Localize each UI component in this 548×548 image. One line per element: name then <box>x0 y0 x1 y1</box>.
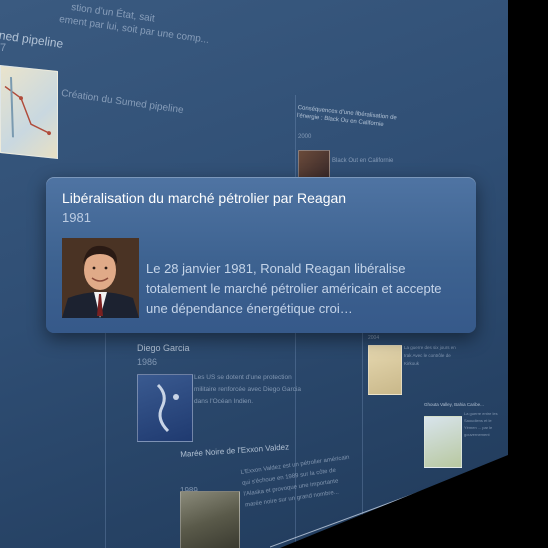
reagan-portrait-image[interactable] <box>62 238 139 318</box>
event-desc-california: Black Out en Californie <box>332 158 394 164</box>
event-desc-right: La guerre entre les Saoudiens et le Yéme… <box>464 411 498 437</box>
event-year-sumed: 7 <box>0 42 7 54</box>
ruler-tick-label: 2005 <box>367 520 381 526</box>
event-title: Libéralisation du marché pétrolier par R… <box>62 190 347 206</box>
ruler-tick-label: 2025 <box>478 475 492 481</box>
event-desc-2004: La guerre des six jours en Irak Avec le … <box>404 345 456 366</box>
portrait-icon <box>62 238 139 318</box>
ruler-tick-label: 2010 <box>398 507 412 513</box>
event-year: 1981 <box>62 210 91 225</box>
event-year-diego: 1986 <box>137 357 158 367</box>
event-title-sumed[interactable]: ned pipeline <box>0 28 64 52</box>
event-title-california[interactable]: Conséquences d'une libéralisation de l'é… <box>296 105 417 132</box>
sumed-map-thumbnail[interactable] <box>0 64 58 160</box>
map-icon <box>4 77 51 138</box>
ruler-axis <box>269 459 507 548</box>
event-year-california: 2000 <box>298 134 312 140</box>
event-desc-sumed: Création du Sumed pipeline <box>60 88 185 117</box>
ruler-tick-label: 2015 <box>428 495 442 501</box>
event-title-right[interactable]: Ghouta Valley, Bahia Caribe... <box>424 402 484 408</box>
timeline-ruler[interactable]: 2000 2005 2010 2015 2020 2025 <box>269 452 508 548</box>
ruler-tick-label: 2020 <box>455 485 469 491</box>
event-detail-card[interactable]: Libéralisation du marché pétrolier par R… <box>46 177 476 333</box>
event-description: Le 28 janvier 1981, Ronald Reagan libéra… <box>146 261 442 316</box>
timeline-view: stion d'un État, sait ement par lui, soi… <box>0 0 548 548</box>
timeline-gridline <box>105 330 106 548</box>
event-desc-diego: Les US se dotent d'une protection milita… <box>194 374 301 405</box>
california-photo-thumbnail[interactable] <box>298 150 330 178</box>
exxon-photo-thumbnail[interactable] <box>180 491 240 548</box>
ruler-tick-label: 2000 <box>330 534 344 540</box>
island-icon <box>156 383 179 433</box>
event-2004-map-thumbnail[interactable] <box>368 345 402 395</box>
event-year-2004: 2004 <box>368 335 380 341</box>
diego-map-thumbnail[interactable] <box>137 374 193 442</box>
event-title-diego[interactable]: Diego Garcia <box>137 343 190 354</box>
